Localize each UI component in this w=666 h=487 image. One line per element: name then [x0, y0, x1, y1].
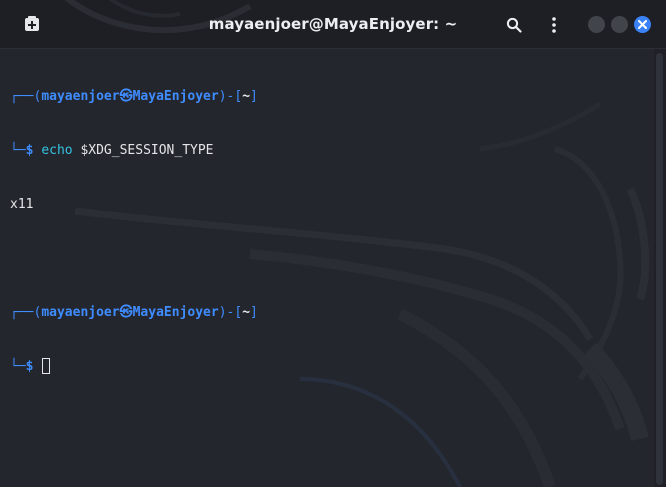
- minimize-button[interactable]: [588, 16, 605, 33]
- menu-button[interactable]: [544, 13, 564, 37]
- prompt-dir: ~: [242, 89, 251, 104]
- scrollbar-thumb[interactable]: [656, 53, 663, 485]
- prompt-user-2: mayaenjoer: [41, 305, 120, 320]
- scrollbar[interactable]: [654, 49, 666, 487]
- search-icon: [506, 17, 522, 33]
- prompt-host: MayaEnjoyer: [132, 89, 219, 104]
- text-cursor: [42, 358, 51, 374]
- prompt-at-2: ㉿: [119, 305, 133, 320]
- terminal-window: mayaenjoer@MayaEnjoyer: ~ ┌──(mayaenjoer…: [0, 0, 666, 487]
- title-bar: mayaenjoer@MayaEnjoyer: ~: [0, 0, 666, 49]
- close-button[interactable]: [634, 16, 651, 33]
- command-argument: $XDG_SESSION_TYPE: [80, 143, 214, 158]
- prompt-line-2: ┌──(mayaenjoer㉿MayaEnjoyer)-[~]: [10, 305, 258, 320]
- command-output: x11: [10, 197, 34, 212]
- kebab-menu-icon: [552, 17, 556, 33]
- prompt-line: ┌──(mayaenjoer㉿MayaEnjoyer)-[~]: [10, 89, 258, 104]
- active-command-line[interactable]: └─$: [10, 358, 258, 376]
- terminal-area[interactable]: ┌──(mayaenjoer㉿MayaEnjoyer)-[~] └─$ echo…: [0, 49, 654, 487]
- close-icon: [638, 20, 647, 29]
- prompt-dir-2: ~: [242, 305, 251, 320]
- prompt-at: ㉿: [119, 89, 133, 104]
- prompt-user: mayaenjoer: [41, 89, 120, 104]
- maximize-button[interactable]: [611, 16, 628, 33]
- prompt-host-2: MayaEnjoyer: [132, 305, 219, 320]
- command-text: echo: [41, 143, 73, 158]
- window-title: mayaenjoer@MayaEnjoyer: ~: [208, 15, 458, 33]
- command-line: └─$ echo $XDG_SESSION_TYPE: [10, 143, 214, 158]
- terminal-output: ┌──(mayaenjoer㉿MayaEnjoyer)-[~] └─$ echo…: [10, 52, 258, 412]
- search-button[interactable]: [502, 13, 526, 37]
